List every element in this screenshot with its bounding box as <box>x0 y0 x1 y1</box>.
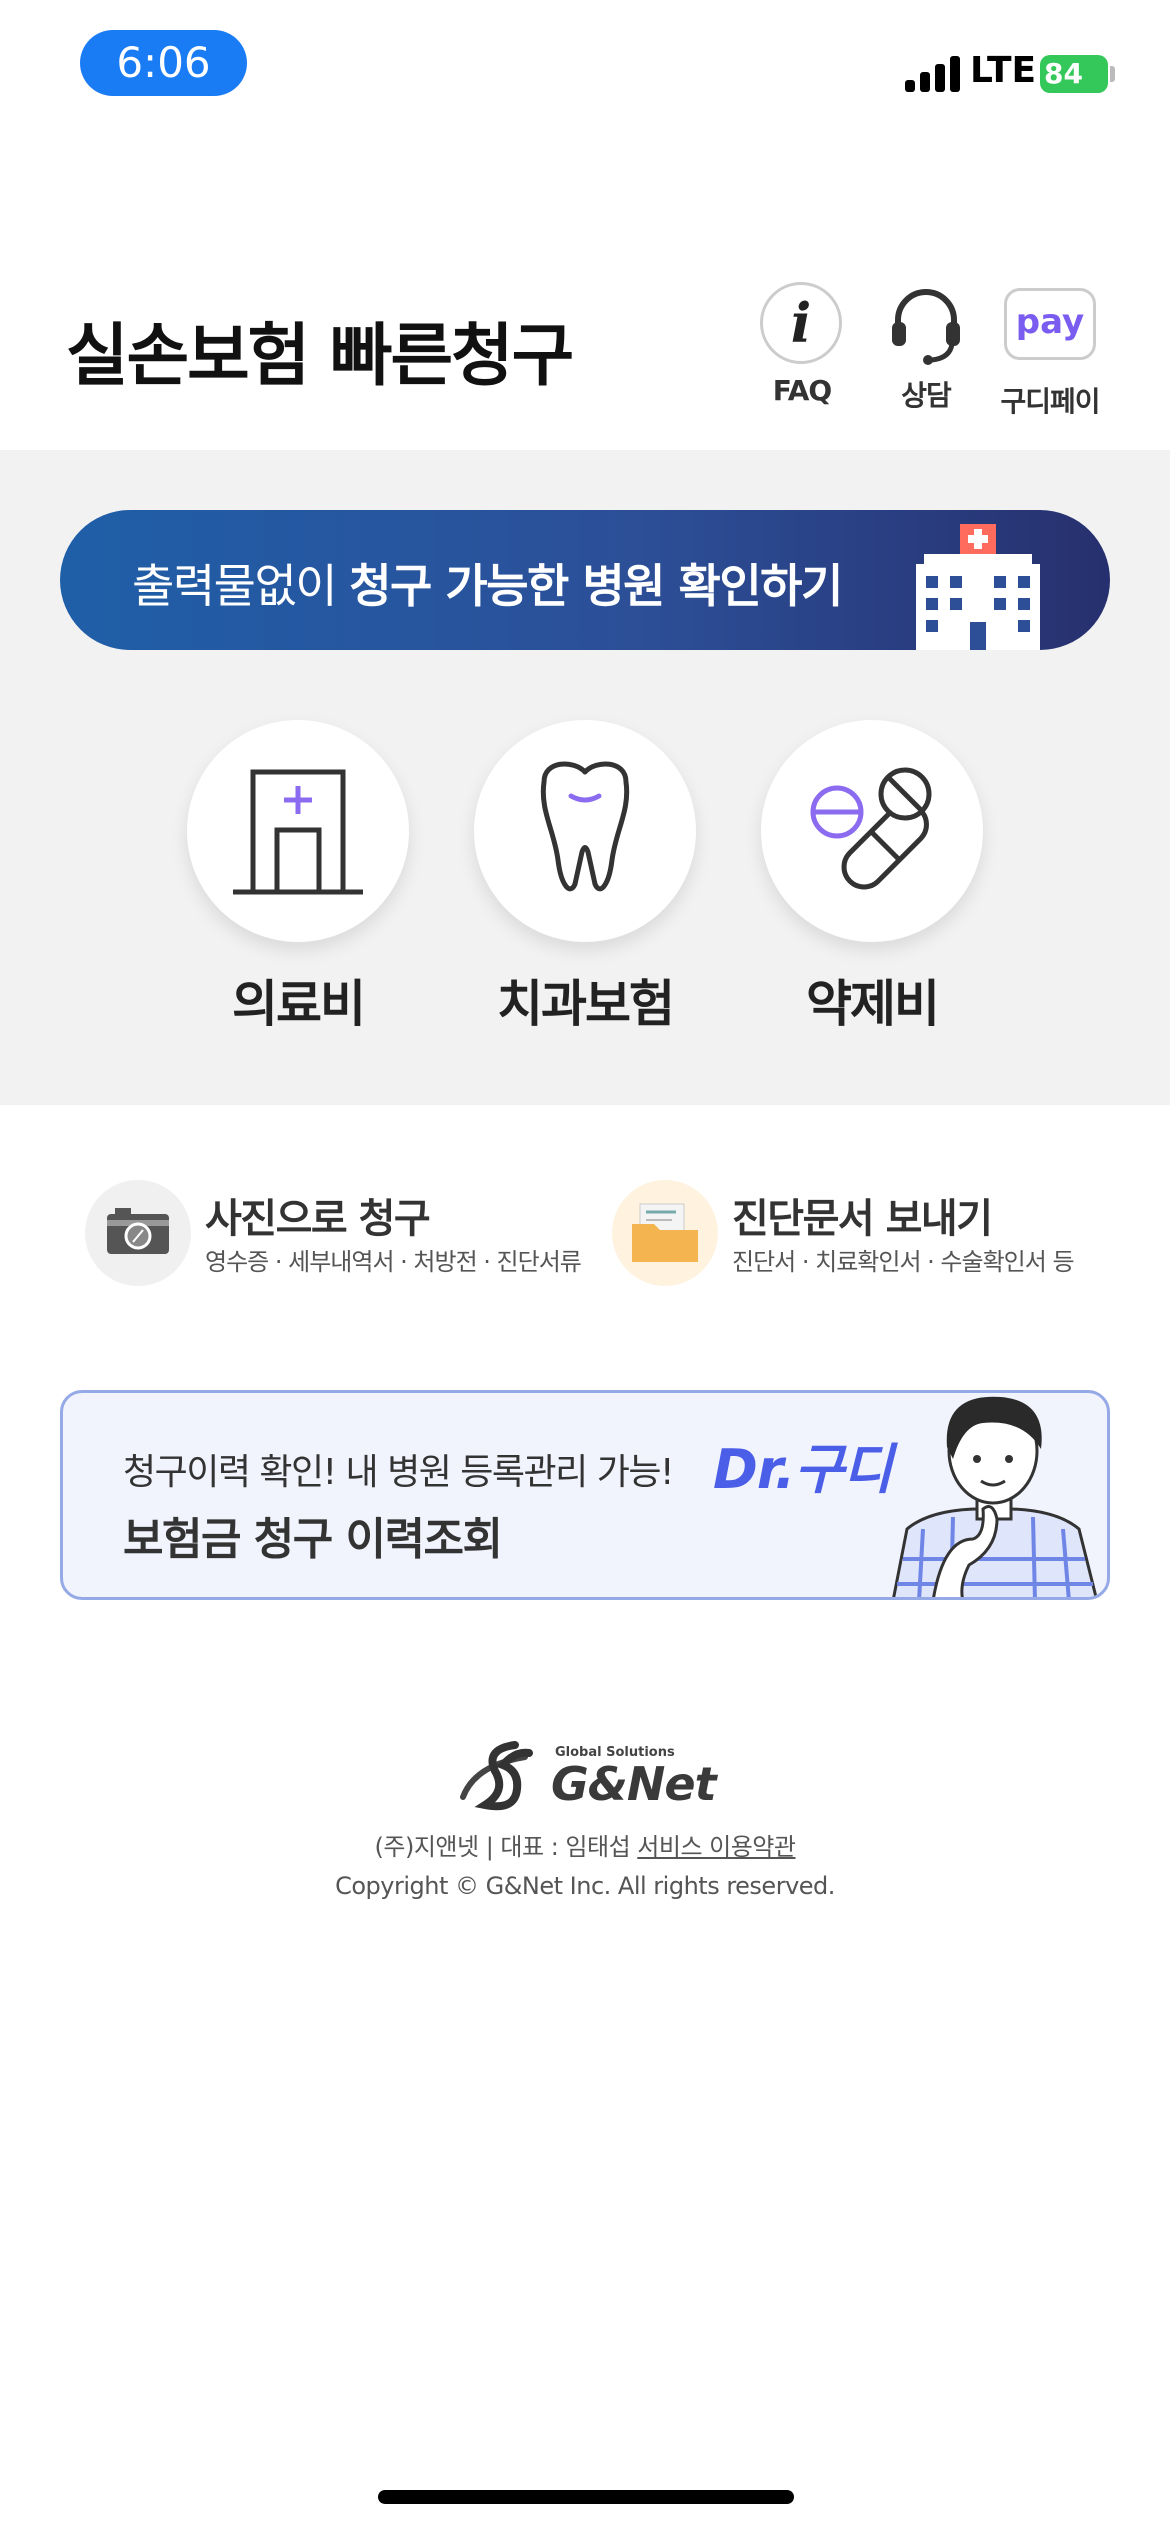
medical-expense-label: 의료비 <box>232 975 366 1033</box>
dr-goodi-logo: Dr.구디 <box>713 1438 893 1501</box>
hospital-door-icon <box>187 720 409 942</box>
battery-icon: 84 <box>1040 55 1108 93</box>
terms-link[interactable]: 서비스 이용약관 <box>637 1833 796 1861</box>
status-bar: 6:06 LTE 84 <box>0 0 1170 130</box>
info-icon: i <box>760 282 842 364</box>
headset-icon <box>884 282 968 366</box>
goodipay-button[interactable]: pay 구디페이 <box>990 282 1110 420</box>
faq-label: FAQ <box>772 374 832 407</box>
photo-claim-subtitle: 영수증 · 세부내역서 · 처방전 · 진단서류 <box>205 1248 582 1276</box>
hospital-check-banner[interactable]: 출력물없이 청구 가능한 병원 확인하기 <box>60 510 1110 650</box>
folder-icon <box>612 1180 718 1286</box>
send-documents-subtitle: 진단서 · 치료확인서 · 수술확인서 등 <box>732 1248 1075 1276</box>
claim-history-card[interactable]: 청구이력 확인! 내 병원 등록관리 가능! 보험금 청구 이력조회 Dr.구디 <box>60 1390 1110 1600</box>
faq-button[interactable]: i FAQ <box>742 282 862 407</box>
claim-history-caption: 청구이력 확인! 내 병원 등록관리 가능! <box>123 1452 674 1493</box>
hospital-building-icon <box>910 524 1046 650</box>
doctor-character-illustration <box>873 1393 1107 1597</box>
consult-label: 상담 <box>901 379 952 412</box>
gnet-swoosh-icon <box>460 1741 533 1811</box>
banner-text: 출력물없이 청구 가능한 병원 확인하기 <box>132 559 843 613</box>
dental-insurance-button[interactable]: 치과보험 <box>465 720 705 1036</box>
send-documents-title: 진단문서 보내기 <box>732 1196 993 1242</box>
home-indicator[interactable] <box>378 2490 794 2504</box>
pharmacy-expense-button[interactable]: 약제비 <box>752 720 992 1036</box>
gnet-logo: Global Solutions G&Net <box>455 1735 717 1815</box>
claim-history-title: 보험금 청구 이력조회 <box>123 1514 503 1565</box>
company-text: (주)지앤넷 | 대표 : 임태섭 <box>374 1833 638 1861</box>
medical-expense-button[interactable]: 의료비 <box>178 720 418 1036</box>
footer: Global Solutions G&Net (주)지앤넷 | 대표 : 임태섭… <box>0 1735 1170 1900</box>
status-time: 6:06 <box>80 30 247 96</box>
consult-button[interactable]: 상담 <box>866 282 986 414</box>
copyright: Copyright © G&Net Inc. All rights reserv… <box>335 1872 835 1900</box>
pay-icon: pay <box>1004 288 1096 360</box>
company-info: (주)지앤넷 | 대표 : 임태섭 서비스 이용약관 <box>0 1827 1170 1862</box>
send-documents-button[interactable]: 진단문서 보내기 진단서 · 치료확인서 · 수술확인서 등 <box>612 1180 1092 1290</box>
dental-insurance-label: 치과보험 <box>497 975 675 1033</box>
signal-icon <box>905 52 961 92</box>
battery-cap <box>1110 66 1115 82</box>
pills-icon <box>761 720 983 942</box>
main-section: 출력물없이 청구 가능한 병원 확인하기 의료비 치과보험 약제비 <box>0 450 1170 1105</box>
photo-claim-title: 사진으로 청구 <box>205 1196 431 1242</box>
network-label: LTE <box>970 50 1037 91</box>
page-title: 실손보험 빠른청구 <box>66 317 574 396</box>
tooth-icon <box>474 720 696 942</box>
camera-icon <box>85 1180 191 1286</box>
goodipay-label: 구디페이 <box>1000 385 1100 418</box>
app-header: 실손보험 빠른청구 i FAQ 상담 pay 구디페이 <box>0 270 1170 450</box>
logo-name: G&Net <box>551 1757 717 1811</box>
pharmacy-expense-label: 약제비 <box>806 975 940 1033</box>
photo-claim-button[interactable]: 사진으로 청구 영수증 · 세부내역서 · 처방전 · 진단서류 <box>85 1180 605 1290</box>
